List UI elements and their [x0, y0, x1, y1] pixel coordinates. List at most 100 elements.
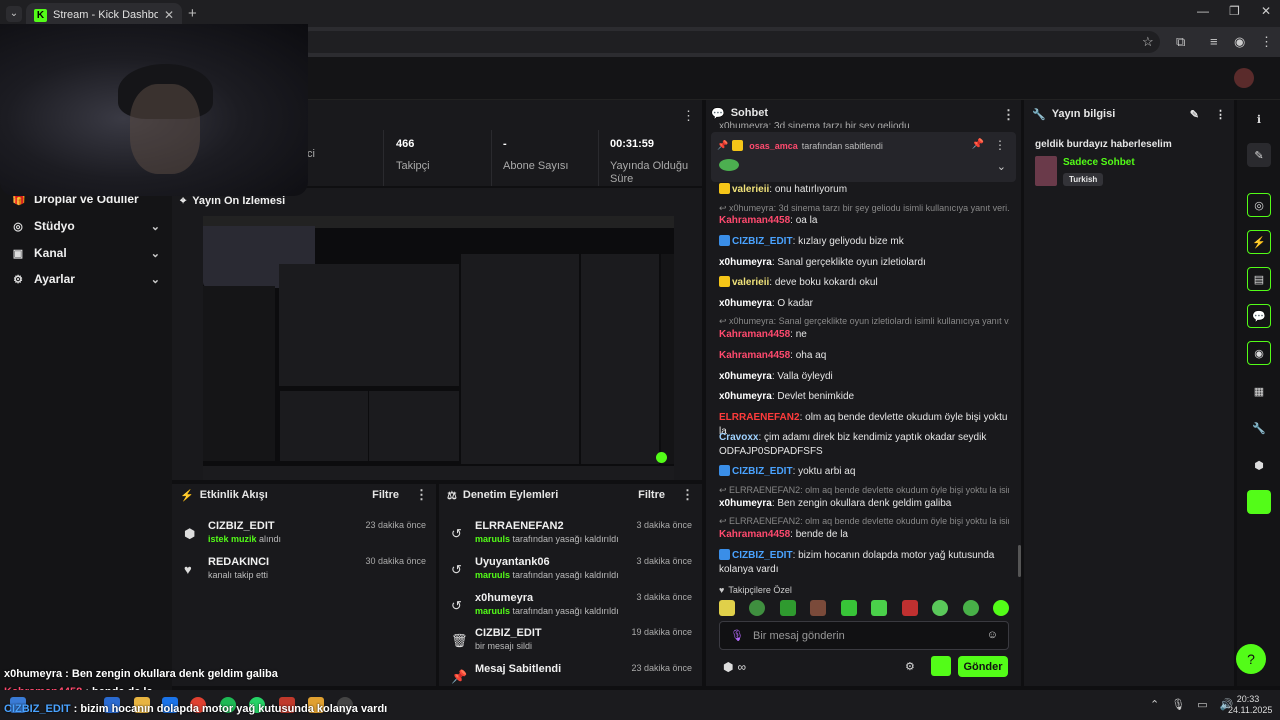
media-icon[interactable]: ≡ [1210, 34, 1218, 49]
help-icon[interactable]: ? [1236, 644, 1266, 674]
chat-settings-icon[interactable]: ⚙ [905, 660, 915, 673]
chat-scrollbar[interactable] [1018, 545, 1021, 577]
stat-label: Abone Sayısı [503, 160, 569, 172]
preview-help-icon [656, 452, 667, 463]
close-window-icon[interactable]: ✕ [1261, 4, 1271, 18]
network-icon[interactable]: ▭ [1197, 698, 1207, 711]
list-item: ⬢ CIZBIZ_EDIT istek muzik alındı 23 daki… [180, 520, 426, 554]
event-detail: maruuls tarafından yasağı kaldırıldı [475, 534, 619, 544]
bolt-icon[interactable]: ⚡ [1247, 230, 1271, 254]
close-tab-icon[interactable]: ✕ [164, 8, 174, 22]
kick-favicon-icon: K [34, 8, 47, 22]
chevron-down-icon: ⌄ [150, 220, 160, 233]
send-button[interactable]: Gönder [958, 656, 1008, 677]
preview-moderation [369, 391, 459, 461]
chat-text: : Valla öyleydi [771, 371, 833, 382]
emote-icon[interactable] [901, 600, 918, 616]
sidebar-item-settings[interactable]: ⚙ Ayarlar ⌄ [12, 268, 160, 290]
emote-icon[interactable] [992, 600, 1009, 616]
chat-username[interactable]: x0humeyra [719, 391, 772, 402]
chevron-down-icon[interactable]: ⌄ [997, 160, 1006, 173]
kick-bot-icon[interactable] [1247, 490, 1271, 514]
emoji-icon[interactable]: ☺ [987, 629, 998, 641]
overlay-chat-line: CIZBIZ_EDIT : bizim hocanın dolapda moto… [4, 703, 387, 715]
tab-search-icon[interactable]: ⌄ [6, 6, 22, 22]
chat-username[interactable]: Kahraman4458 [719, 529, 790, 540]
minimize-icon[interactable]: — [1197, 4, 1209, 18]
emote-section-title: ♥ Takipçilere Özel [719, 585, 792, 595]
emote-icon[interactable] [840, 600, 857, 616]
sidebar-item-channel[interactable]: ▣ Kanal ⌄ [12, 242, 160, 264]
editor-badge-icon [719, 235, 730, 246]
stream-preview-video[interactable] [203, 216, 674, 480]
chat-username[interactable]: Kahraman4458 [719, 350, 790, 361]
chat-username[interactable]: CIZBIZ_EDIT [732, 236, 793, 247]
wrench-icon[interactable]: 🔧 [1247, 416, 1271, 440]
chat-username[interactable]: Cravoxx [719, 432, 758, 443]
microphone-icon[interactable]: 🎙 [1171, 698, 1185, 711]
sidebar-item-studio[interactable]: ◎ Stüdyo ⌄ [12, 215, 160, 237]
camera-icon[interactable]: ◎ [1247, 193, 1271, 217]
emote-icon[interactable] [810, 600, 827, 616]
more-options-icon[interactable]: ⋮ [682, 108, 695, 124]
chat-username[interactable]: Kahraman4458 [719, 329, 790, 340]
chat-username[interactable]: x0humeyra [719, 498, 772, 509]
maximize-icon[interactable]: ❐ [1229, 4, 1240, 18]
chevron-up-icon[interactable]: ⌃ [1150, 698, 1159, 711]
new-tab-button[interactable]: + [188, 5, 197, 22]
chat-username[interactable]: x0humeyra [719, 257, 772, 268]
profile-icon[interactable]: ◉ [1234, 34, 1245, 50]
category-name[interactable]: Sadece Sohbet [1063, 157, 1135, 168]
emote-icon[interactable] [779, 600, 796, 616]
chat-username[interactable]: CIZBIZ_EDIT [732, 466, 793, 477]
crown-badge-icon [732, 140, 744, 151]
edit-icon[interactable]: ✎ [1190, 108, 1199, 121]
filter-button[interactable]: Filtre [372, 489, 399, 501]
broadcast-icon[interactable]: ◉ [1247, 341, 1271, 365]
kick-emote-icon[interactable] [931, 656, 951, 676]
chat-username[interactable]: CIZBIZ_EDIT [732, 550, 793, 561]
event-text: bir mesajı sildi [475, 641, 533, 651]
browser-menu-icon[interactable]: ⋮ [1260, 34, 1273, 50]
more-options-icon[interactable]: ⋮ [1215, 108, 1226, 121]
chat-text: : Sanal gerçeklikte oyun izletiolardı [771, 257, 926, 268]
chat-input[interactable]: 🎙 Bir mesaj gönderin ☺ [719, 621, 1009, 650]
preview-taskbar [203, 466, 674, 480]
kick-points-icon[interactable]: ⬢ [1247, 453, 1271, 477]
chat-username[interactable]: ELRRAENEFAN2 [719, 412, 800, 423]
tag-badge[interactable]: Turkish [1063, 173, 1104, 186]
emote-icon[interactable] [932, 600, 949, 616]
unpin-icon[interactable]: 📌 [972, 139, 984, 150]
info-icon[interactable]: ℹ [1247, 107, 1271, 131]
emote-icon[interactable] [719, 600, 735, 616]
document-icon[interactable]: ▤ [1247, 267, 1271, 291]
pinned-message[interactable]: 📌 osas_amca tarafından sabitlendi 📌 ⋮ ⌄ [711, 132, 1016, 182]
filter-button[interactable]: Filtre [638, 489, 665, 501]
address-bar[interactable] [300, 31, 1160, 53]
microphone-icon[interactable]: 🎙 [730, 629, 744, 642]
layout-icon[interactable]: ▦ [1247, 379, 1271, 403]
more-options-icon[interactable]: ⋮ [681, 487, 694, 503]
avatar[interactable] [1234, 68, 1254, 88]
edit-icon[interactable]: ✎ [1247, 143, 1271, 167]
chat-icon[interactable]: 💬 [1247, 304, 1271, 328]
extensions-icon[interactable]: ⧉ [1176, 34, 1185, 50]
emote-icon[interactable] [749, 600, 766, 616]
more-options-icon[interactable]: ⋮ [415, 487, 428, 503]
bookmark-star-icon[interactable]: ☆ [1142, 34, 1154, 50]
chat-message: CIZBIZ_EDIT: yoktu arbi aq [719, 465, 1009, 479]
clock[interactable]: 20:33 24.11.2025 [1228, 694, 1272, 716]
event-time: 3 dakika önce [636, 520, 692, 530]
sidebar-item-label: Ayarlar [34, 272, 75, 286]
emote-icon[interactable] [962, 600, 979, 616]
undo-icon: ↺ [451, 526, 462, 541]
chat-username[interactable]: valerieii [732, 277, 769, 288]
more-options-icon[interactable]: ⋮ [994, 138, 1006, 152]
chat-username[interactable]: x0humeyra [719, 298, 772, 309]
kick-points-icon[interactable]: ⬢ [723, 660, 733, 674]
reply-text: ELRRAENEFAN2: olm aq bende devlette okud… [729, 516, 1009, 526]
emote-icon[interactable] [871, 600, 888, 616]
chat-username[interactable]: valerieii [732, 184, 769, 195]
chat-username[interactable]: x0humeyra [719, 371, 772, 382]
chat-username[interactable]: Kahraman4458 [719, 215, 790, 226]
